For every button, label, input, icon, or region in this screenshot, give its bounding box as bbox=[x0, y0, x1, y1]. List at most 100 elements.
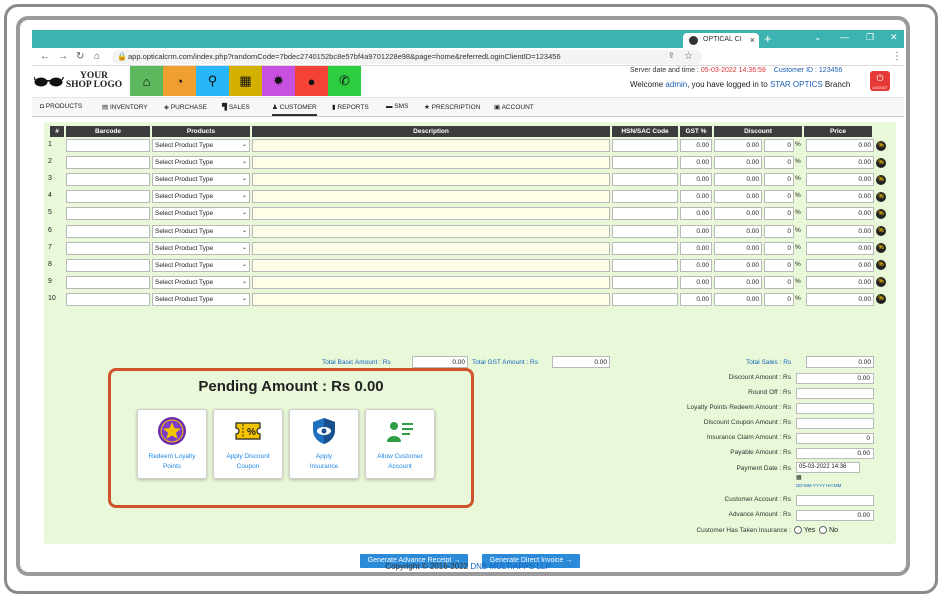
percent-toggle-icon[interactable]: % bbox=[876, 243, 886, 254]
browser-tab[interactable]: OPTICAL CI × bbox=[683, 33, 759, 48]
percent-toggle-icon[interactable]: % bbox=[876, 260, 886, 271]
discount-amount-input[interactable]: 0.00 bbox=[714, 139, 762, 152]
description-input[interactable] bbox=[252, 224, 610, 238]
apply-insurance-button[interactable]: Apply Insurance bbox=[289, 409, 359, 479]
gear-quick-button[interactable]: ✹ bbox=[262, 66, 295, 96]
close-tab-icon[interactable]: × bbox=[750, 35, 755, 45]
home-quick-button[interactable]: ⌂ bbox=[130, 66, 163, 96]
discount-percent-input[interactable]: 0 bbox=[764, 224, 794, 238]
product-type-select[interactable]: Select Product Type ⌄ bbox=[152, 224, 250, 238]
hsn-input[interactable] bbox=[612, 139, 678, 152]
redeem-loyalty-button[interactable]: Redeem Loyalty Points bbox=[137, 409, 207, 479]
roundoff-value[interactable] bbox=[796, 388, 874, 399]
gst-input[interactable]: 0.00 bbox=[680, 258, 712, 272]
price-input[interactable]: 0.00 bbox=[806, 275, 874, 289]
description-input[interactable] bbox=[252, 207, 610, 221]
gst-input[interactable]: 0.00 bbox=[680, 241, 712, 255]
nav-item-sms[interactable]: ▬ SMS bbox=[386, 103, 408, 110]
product-type-select[interactable]: Select Product Type ⌄ bbox=[152, 241, 250, 255]
url-field[interactable]: 🔒 app.opticalcrm.com/index.php?randomCod… bbox=[112, 50, 702, 64]
discount-amount-input[interactable]: 0.00 bbox=[714, 224, 762, 238]
hsn-input[interactable] bbox=[612, 207, 678, 221]
hsn-input[interactable] bbox=[612, 173, 678, 187]
barcode-input[interactable] bbox=[66, 173, 150, 187]
gst-input[interactable]: 0.00 bbox=[680, 139, 712, 152]
nav-item-purchase[interactable]: ◈ PURCHASE bbox=[164, 103, 207, 111]
percent-toggle-icon[interactable]: % bbox=[876, 140, 886, 151]
menu-dots-icon[interactable]: ⋮ bbox=[892, 51, 902, 62]
discount-percent-input[interactable]: 0 bbox=[764, 139, 794, 152]
barcode-input[interactable] bbox=[66, 190, 150, 204]
price-input[interactable]: 0.00 bbox=[806, 190, 874, 204]
discount-percent-input[interactable]: 0 bbox=[764, 173, 794, 187]
discount-amount-input[interactable]: 0.00 bbox=[714, 258, 762, 272]
nav-item-sales[interactable]: ▜ SALES bbox=[222, 103, 250, 111]
gst-input[interactable]: 0.00 bbox=[680, 207, 712, 221]
barcode-input[interactable] bbox=[66, 275, 150, 289]
percent-toggle-icon[interactable]: % bbox=[876, 277, 886, 288]
discount-percent-input[interactable]: 0 bbox=[764, 190, 794, 204]
discount-amount-input[interactable]: 0.00 bbox=[714, 241, 762, 255]
discount-percent-input[interactable]: 0 bbox=[764, 207, 794, 221]
discount-amount-value[interactable]: 0.00 bbox=[796, 373, 874, 384]
barcode-input[interactable] bbox=[66, 292, 150, 306]
minimize-icon[interactable]: — bbox=[840, 32, 849, 42]
barcode-input[interactable] bbox=[66, 207, 150, 221]
bookmark-star-icon[interactable]: ☆ bbox=[684, 51, 693, 62]
grid-quick-button[interactable]: ▦ bbox=[229, 66, 262, 96]
allow-customer-account-button[interactable]: Allow Customer Account bbox=[365, 409, 435, 479]
hsn-input[interactable] bbox=[612, 224, 678, 238]
description-input[interactable] bbox=[252, 275, 610, 289]
percent-toggle-icon[interactable]: % bbox=[876, 157, 886, 168]
discount-percent-input[interactable]: 0 bbox=[764, 258, 794, 272]
hsn-input[interactable] bbox=[612, 156, 678, 170]
insurance-claim-value[interactable]: 0 bbox=[796, 433, 874, 444]
percent-toggle-icon[interactable]: % bbox=[876, 226, 886, 236]
discount-amount-input[interactable]: 0.00 bbox=[714, 173, 762, 187]
discount-percent-input[interactable]: 0 bbox=[764, 241, 794, 255]
discount-amount-input[interactable]: 0.00 bbox=[714, 190, 762, 204]
percent-toggle-icon[interactable]: % bbox=[876, 208, 886, 219]
product-type-select[interactable]: Select Product Type ⌄ bbox=[152, 292, 250, 306]
price-input[interactable]: 0.00 bbox=[806, 258, 874, 272]
advance-amount-value[interactable]: 0.00 bbox=[796, 510, 874, 521]
home-icon[interactable]: ⌂ bbox=[94, 51, 100, 62]
gst-input[interactable]: 0.00 bbox=[680, 224, 712, 238]
discount-percent-input[interactable]: 0 bbox=[764, 156, 794, 170]
forward-icon[interactable]: → bbox=[58, 51, 68, 62]
percent-toggle-icon[interactable]: % bbox=[876, 294, 886, 305]
discount-amount-input[interactable]: 0.00 bbox=[714, 275, 762, 289]
discount-amount-input[interactable]: 0.00 bbox=[714, 156, 762, 170]
price-input[interactable]: 0.00 bbox=[806, 173, 874, 187]
discount-amount-input[interactable]: 0.00 bbox=[714, 207, 762, 221]
loyalty-amount-value[interactable] bbox=[796, 403, 874, 414]
gst-input[interactable]: 0.00 bbox=[680, 173, 712, 187]
description-input[interactable] bbox=[252, 190, 610, 204]
hsn-input[interactable] bbox=[612, 292, 678, 306]
apply-coupon-button[interactable]: % Apply Discount Coupon bbox=[213, 409, 283, 479]
product-type-select[interactable]: Select Product Type ⌄ bbox=[152, 139, 250, 152]
dashboard-quick-button[interactable]: ◔ bbox=[163, 66, 196, 96]
customer-account-value[interactable] bbox=[796, 495, 874, 506]
percent-toggle-icon[interactable]: % bbox=[876, 191, 886, 202]
price-input[interactable]: 0.00 bbox=[806, 139, 874, 152]
barcode-input[interactable] bbox=[66, 258, 150, 272]
description-input[interactable] bbox=[252, 258, 610, 272]
hsn-input[interactable] bbox=[612, 190, 678, 204]
description-input[interactable] bbox=[252, 292, 610, 306]
close-window-icon[interactable]: ✕ bbox=[890, 32, 898, 43]
company-link[interactable]: DNB MULTIAPPS LLP bbox=[470, 562, 550, 571]
description-input[interactable] bbox=[252, 241, 610, 255]
price-input[interactable]: 0.00 bbox=[806, 292, 874, 306]
nav-item-products[interactable]: ◘ PRODUCTS bbox=[40, 103, 82, 110]
insurance-no-radio[interactable] bbox=[819, 526, 828, 534]
price-input[interactable]: 0.00 bbox=[806, 224, 874, 238]
payable-amount-value[interactable]: 0.00 bbox=[796, 448, 874, 459]
search-quick-button[interactable]: ⚲ bbox=[196, 66, 229, 96]
product-type-select[interactable]: Select Product Type ⌄ bbox=[152, 173, 250, 187]
discount-amount-input[interactable]: 0.00 bbox=[714, 292, 762, 306]
logout-button[interactable]: ⏻ LOGOUT bbox=[870, 71, 890, 91]
reload-icon[interactable]: ↻ bbox=[76, 51, 84, 62]
nav-item-account[interactable]: ▣ ACCOUNT bbox=[494, 103, 534, 111]
product-type-select[interactable]: Select Product Type ⌄ bbox=[152, 275, 250, 289]
